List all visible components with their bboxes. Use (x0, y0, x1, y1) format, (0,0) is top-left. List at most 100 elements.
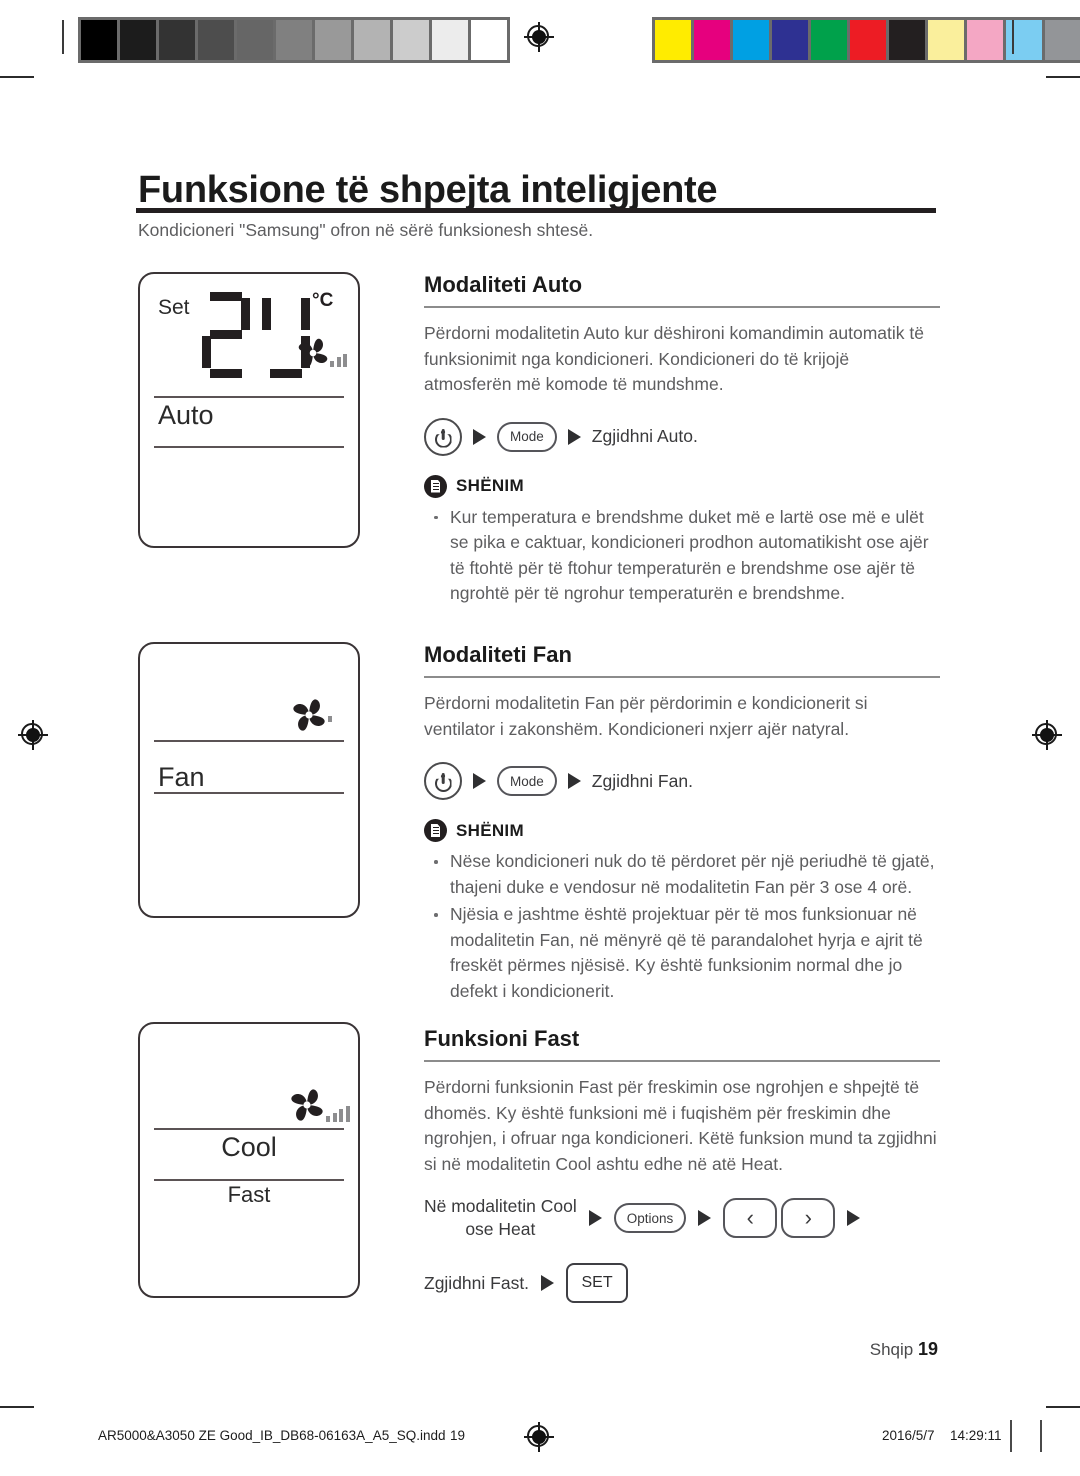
calibration-swatch (159, 20, 195, 60)
panel-divider-upper (154, 1128, 344, 1130)
step-sequence-fast-row1: Në modalitetin Cool ose Heat Options ‹ › (424, 1195, 940, 1241)
panel-mode-label: Cool (221, 1132, 277, 1162)
note-header: SHËNIM (424, 474, 940, 498)
production-footer: AR5000&A3050 ZE Good_IB_DB68-06163A_A5_S… (0, 1418, 1080, 1476)
calibration-swatch (733, 20, 769, 60)
seven-segment-bar (210, 369, 242, 378)
set-label: Set (158, 296, 190, 319)
fan-speed-bar (345, 1105, 350, 1123)
arrow-icon (541, 1275, 555, 1291)
section-heading: Funksioni Fast (424, 1026, 580, 1051)
note-bullet: Kur temperatura e brendshme duket më e l… (424, 505, 940, 607)
section-body: Përdorni modalitetin Auto kur dëshironi … (424, 323, 924, 394)
seven-segment-bar (241, 298, 250, 330)
section-fast: Funksioni Fast Përdorni funksionin Fast … (424, 1026, 940, 1303)
panel-divider-upper (154, 396, 344, 398)
seven-segment-bar (210, 330, 242, 339)
arrow-icon (473, 773, 486, 789)
section-heading: Modaliteti Fan (424, 642, 572, 667)
panel-divider-lower (154, 446, 344, 448)
registration-mark-top-center (524, 22, 554, 52)
pinwheel-fan-icon (293, 699, 325, 731)
section-fan: Modaliteti Fan Përdorni modalitetin Fan … (424, 642, 940, 1006)
page-title: Funksione të shpejta inteligjente (138, 169, 718, 212)
print-date: 2016/5/7 (882, 1428, 935, 1443)
pinwheel-fan-icon (291, 1089, 323, 1121)
arrow-icon (847, 1210, 861, 1226)
calibration-swatch (81, 20, 117, 60)
calibration-swatch (471, 20, 507, 60)
fan-speed-bar (326, 1116, 330, 1123)
note-title: SHËNIM (456, 476, 524, 495)
power-icon[interactable] (424, 417, 462, 456)
seven-segment-bar (202, 336, 211, 368)
page-language-label: Shqip (869, 1340, 914, 1359)
fast-step-prefix: Në modalitetin Cool ose Heat (424, 1195, 577, 1241)
note-bullet-list: Kur temperatura e brendshme duket më e l… (424, 505, 940, 607)
section-heading: Modaliteti Auto (424, 272, 583, 297)
note-bullet: Nëse kondicioneri nuk do të përdoret për… (424, 849, 940, 900)
fan-speed-bars (326, 1105, 350, 1123)
display-panel-auto: Set °C Auto (138, 272, 360, 548)
fan-speed-bar (339, 1109, 343, 1123)
section-body: Përdorni modalitetin Fan për përdorimin … (424, 693, 868, 739)
pinwheel-fan-icon (298, 338, 328, 368)
page-number: 19 (917, 1339, 938, 1359)
display-panel-cool: Cool Fast (138, 1022, 360, 1298)
arrow-icon (567, 428, 581, 445)
calibration-swatch (237, 20, 273, 60)
fan-speed-bar (328, 715, 332, 722)
crop-mark-top-left-h (0, 76, 34, 78)
crop-mark-bottom-right-h (1046, 1406, 1080, 1408)
calibration-swatch (928, 20, 964, 60)
page-footer: Shqip 19 (870, 1339, 938, 1360)
step-instruction: Zgjidhni Fan. (591, 770, 693, 791)
panel-mode-label: Fan (158, 762, 205, 792)
next-button[interactable]: › (781, 1198, 836, 1238)
calibration-swatch (967, 20, 1003, 60)
seven-segment-bar (210, 292, 242, 301)
arrow-icon (698, 1210, 712, 1226)
calibration-swatch (432, 20, 468, 60)
temperature-unit: °C (312, 290, 334, 311)
grayscale-calibration-bar (78, 17, 510, 63)
power-icon[interactable] (424, 762, 462, 800)
temperature-digit-tens (202, 292, 250, 378)
calibration-swatch (811, 20, 847, 60)
strip-tick-left (62, 20, 64, 54)
document-note-icon (424, 819, 447, 842)
section-divider (424, 676, 940, 678)
set-button[interactable]: SET (566, 1263, 629, 1303)
step-sequence-fast-row2: Zgjidhni Fast. SET (424, 1263, 940, 1303)
manual-page: Funksione të shpejta inteligjente Kondic… (0, 96, 1080, 1386)
options-button[interactable]: Options (613, 1203, 687, 1233)
note-title: SHËNIM (456, 820, 524, 840)
panel-divider-lower (154, 1179, 344, 1181)
note-bullet-list: Nëse kondicioneri nuk do të përdoret për… (424, 849, 940, 1004)
previous-button[interactable]: ‹ (723, 1198, 778, 1238)
fast-prefix-line1: Në modalitetin Cool (424, 1196, 577, 1216)
note-header: SHËNIM (424, 819, 940, 842)
arrow-icon (588, 1210, 602, 1226)
section-divider (424, 1060, 940, 1062)
fan-speed-bar (343, 353, 347, 367)
footer-rule-right (1040, 1420, 1042, 1452)
document-note-icon (424, 474, 447, 498)
mode-button[interactable]: Mode (497, 766, 557, 796)
fan-speed-icon (286, 692, 332, 743)
calibration-swatch (393, 20, 429, 60)
panel-mode-label: Auto (158, 400, 214, 430)
calibration-swatch (1045, 20, 1080, 60)
seven-segment-bar (262, 298, 271, 330)
fan-speed-icon (284, 1082, 350, 1133)
note-bullet: Njësia e jashtme është projektuar për të… (424, 902, 940, 1004)
section-divider (424, 306, 940, 308)
panel-divider-lower (154, 792, 344, 794)
arrow-icon (473, 428, 486, 445)
calibration-swatch (354, 20, 390, 60)
mode-button[interactable]: Mode (497, 421, 557, 452)
section-auto: Modaliteti Auto Përdorni modalitetin Aut… (424, 272, 940, 609)
indd-page: 19 (450, 1428, 466, 1443)
strip-tick-right (1012, 20, 1014, 54)
calibration-swatch (850, 20, 886, 60)
